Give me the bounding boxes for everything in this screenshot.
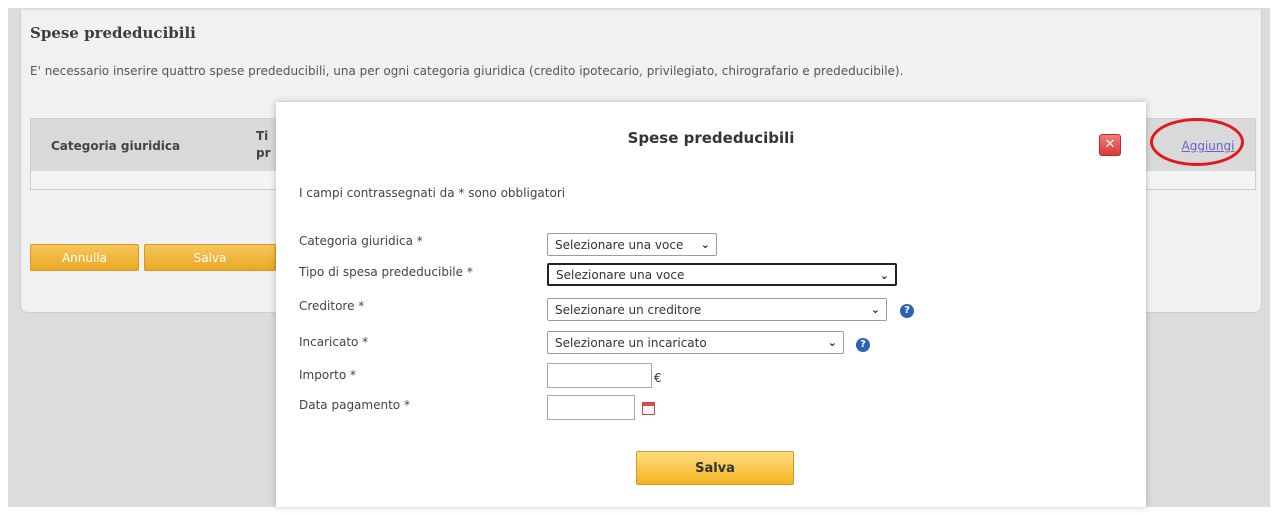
chevron-down-icon: ⌄ <box>700 238 710 251</box>
data-pagamento-label: Data pagamento * <box>299 398 410 412</box>
help-icon[interactable]: ? <box>856 338 870 352</box>
euro-symbol: € <box>654 371 662 385</box>
page-title: Spese prededucibili <box>30 24 196 42</box>
close-icon[interactable]: ✕ <box>1099 134 1121 156</box>
column-header-categoria: Categoria giuridica <box>51 139 181 153</box>
creditore-select[interactable]: Selezionare un creditore ⌄ <box>547 298 887 321</box>
spese-modal: Spese prededucibili ✕ I campi contrasseg… <box>276 102 1146 507</box>
mandatory-note: I campi contrassegnati da * sono obbliga… <box>299 186 566 200</box>
incaricato-select[interactable]: Selezionare un incaricato ⌄ <box>547 331 844 354</box>
calendar-icon[interactable] <box>642 402 655 415</box>
incaricato-select-value: Selezionare un incaricato <box>555 335 707 350</box>
save-button[interactable]: Salva <box>636 451 794 485</box>
highlight-ring <box>1150 118 1244 166</box>
importo-input[interactable] <box>547 363 652 388</box>
categoria-label: Categoria giuridica * <box>299 234 423 248</box>
help-icon[interactable]: ? <box>900 304 914 318</box>
background-save-button[interactable]: Salva <box>144 244 276 271</box>
info-text: E' necessario inserire quattro spese pre… <box>30 64 904 78</box>
annulla-button[interactable]: Annulla <box>30 244 139 271</box>
tipo-select-value: Selezionare una voce <box>556 267 685 282</box>
tipo-select[interactable]: Selezionare una voce ⌄ <box>547 263 897 286</box>
chevron-down-icon: ⌄ <box>879 269 889 282</box>
modal-title: Spese prededucibili <box>627 129 795 147</box>
creditore-label: Creditore * <box>299 299 365 313</box>
importo-label: Importo * <box>299 368 356 382</box>
creditore-select-value: Selezionare un creditore <box>555 302 702 317</box>
categoria-select[interactable]: Selezionare una voce ⌄ <box>547 233 717 256</box>
chevron-down-icon: ⌄ <box>870 303 880 316</box>
incaricato-label: Incaricato * <box>299 335 369 349</box>
chevron-down-icon: ⌄ <box>827 336 837 349</box>
tipo-label: Tipo di spesa prededucibile * <box>299 265 473 279</box>
data-pagamento-input[interactable] <box>547 395 635 420</box>
categoria-select-value: Selezionare una voce <box>555 237 684 252</box>
